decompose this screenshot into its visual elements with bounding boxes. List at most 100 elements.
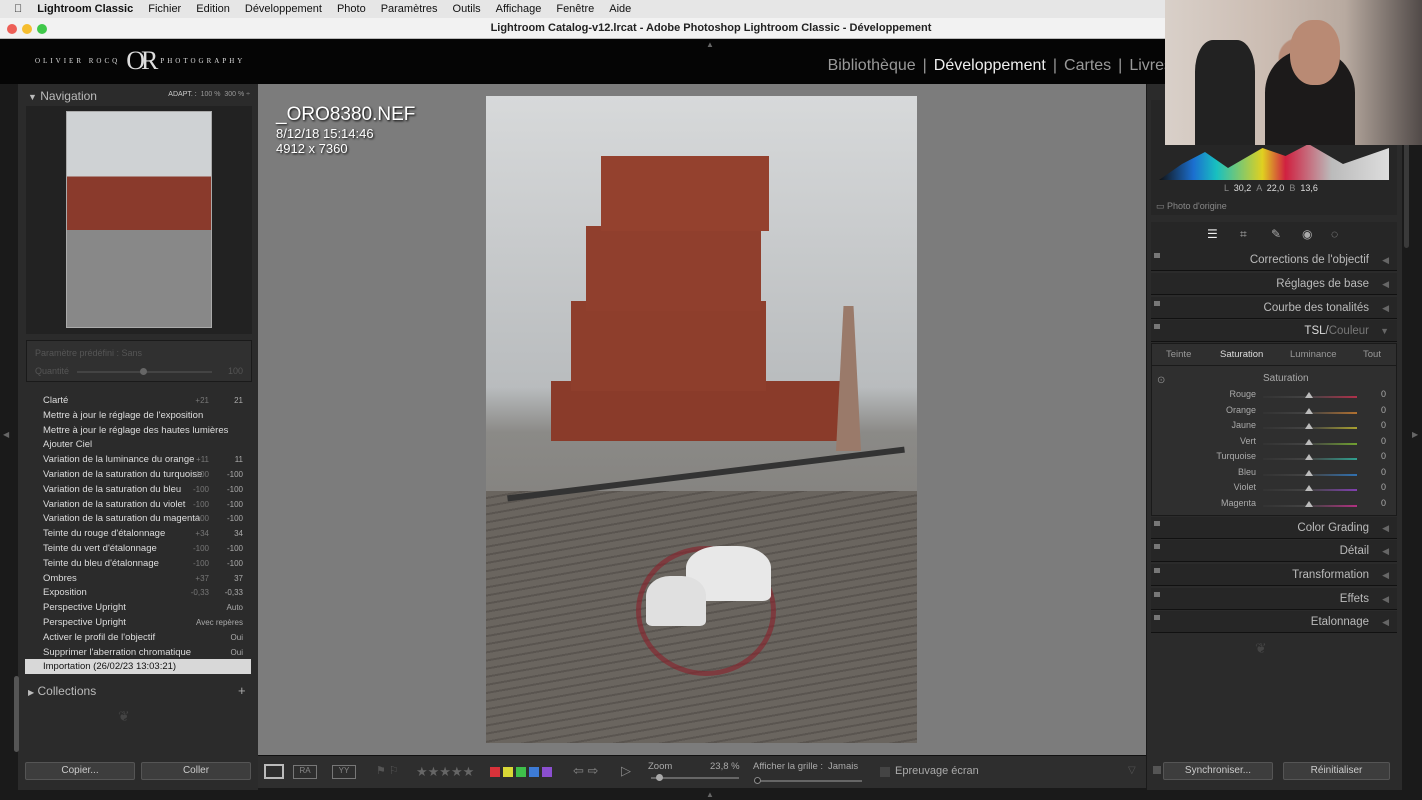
grid-select[interactable]: Jamais — [828, 761, 858, 772]
hsl-slider-bleu[interactable]: Bleu 0 — [1190, 467, 1390, 482]
amount-slider[interactable] — [77, 368, 212, 375]
prev-next-arrows-icon[interactable]: ⇦ ⇨ — [573, 763, 598, 779]
slider-thumb[interactable] — [1305, 407, 1313, 414]
close-window-button[interactable] — [7, 24, 17, 34]
hsl-slider-jaune[interactable]: Jaune 0 — [1190, 420, 1390, 435]
section-detail[interactable]: Détail ◀ — [1151, 540, 1397, 562]
history-item[interactable]: Perspective Upright Auto — [25, 600, 251, 615]
paste-button[interactable]: Coller — [141, 762, 251, 780]
history-item[interactable]: Variation de la luminance du orange +11 11 — [25, 452, 251, 467]
section-tone-curve[interactable]: Courbe des tonalités ◀ — [1151, 297, 1397, 319]
grid-opacity-slider[interactable] — [754, 777, 862, 784]
softproof-checkbox[interactable] — [880, 767, 890, 777]
before-after-button[interactable]: RA — [293, 765, 317, 779]
slider-thumb[interactable] — [1305, 500, 1313, 507]
zoom-window-button[interactable] — [37, 24, 47, 34]
history-item[interactable]: Perspective Upright Avec repères — [25, 615, 251, 630]
slider-thumb[interactable] — [1305, 469, 1313, 476]
top-panel-toggle[interactable]: ▲ — [706, 40, 714, 49]
minimize-window-button[interactable] — [22, 24, 32, 34]
history-item[interactable]: Variation de la saturation du violet -100… — [25, 497, 251, 512]
section-lens-corrections[interactable]: Corrections de l'objectif ◀ — [1151, 249, 1397, 271]
masking-icon[interactable]: ◌ — [1331, 227, 1338, 241]
history-item[interactable]: Variation de la saturation du turquoise -… — [25, 467, 251, 482]
targeted-adjustment-icon[interactable]: ⊙ — [1157, 375, 1165, 386]
reset-button[interactable]: Réinitialiser — [1283, 762, 1390, 780]
hsl-slider-rouge[interactable]: Rouge 0 — [1190, 389, 1390, 404]
history-item[interactable]: Importation (26/02/23 13:03:21) — [25, 659, 251, 675]
flag-icon[interactable]: ⚑ ⚐ — [376, 764, 399, 777]
histogram[interactable] — [1159, 144, 1389, 180]
navigator-header[interactable]: ▼ Navigation ADAPT. : 100 % 300 % ÷ — [28, 89, 254, 103]
color-label-3[interactable] — [529, 767, 539, 777]
right-panel-toggle[interactable]: ▶ — [1412, 430, 1418, 439]
history-item[interactable]: Ombres +37 37 — [25, 571, 251, 586]
menu-app[interactable]: Lightroom Classic — [37, 3, 133, 15]
crop-icon[interactable]: ⌗ — [1240, 227, 1247, 242]
history-item[interactable]: Supprimer l'aberration chromatique Oui — [25, 645, 251, 660]
red-eye-icon[interactable]: ◉ — [1302, 227, 1312, 241]
color-label-0[interactable] — [490, 767, 500, 777]
zoom-100[interactable]: 100 % — [201, 91, 221, 98]
section-hsl[interactable]: TSL/Couleur ▼ — [1151, 320, 1397, 342]
menu-aide[interactable]: Aide — [609, 3, 631, 15]
history-item[interactable]: Clarté +21 21 — [25, 393, 251, 408]
bottom-panel-toggle[interactable]: ▲ — [706, 790, 714, 799]
history-item[interactable]: Ajouter Ciel — [25, 437, 251, 452]
history-item[interactable]: Variation de la saturation du bleu -100 -1… — [25, 482, 251, 497]
tab-teinte[interactable]: Teinte — [1166, 349, 1191, 360]
hsl-slider-violet[interactable]: Violet 0 — [1190, 482, 1390, 497]
loupe-view-button[interactable] — [264, 764, 284, 779]
menu-affichage[interactable]: Affichage — [496, 3, 542, 15]
apple-icon[interactable]:  — [14, 3, 22, 15]
zoom-slider[interactable] — [651, 774, 739, 781]
history-item[interactable]: Mettre à jour le réglage de l'exposition — [25, 408, 251, 423]
tab-luminance[interactable]: Luminance — [1290, 349, 1336, 360]
hsl-slider-turquoise[interactable]: Turquoise 0 — [1190, 451, 1390, 466]
history-item[interactable]: Exposition -0,33 -0,33 — [25, 585, 251, 600]
original-photo-toggle[interactable]: ▭ Photo d'origine — [1156, 201, 1227, 212]
menu-parametres[interactable]: Paramètres — [381, 3, 438, 15]
color-label-4[interactable] — [542, 767, 552, 777]
menu-fenetre[interactable]: Fenêtre — [556, 3, 594, 15]
menu-outils[interactable]: Outils — [453, 3, 481, 15]
left-panel-toggle[interactable]: ◀ — [3, 430, 9, 439]
slider-thumb[interactable] — [1305, 485, 1313, 491]
hsl-slider-vert[interactable]: Vert 0 — [1190, 436, 1390, 451]
edit-sliders-icon[interactable]: ☰ — [1207, 227, 1218, 241]
menu-fichier[interactable]: Fichier — [148, 3, 181, 15]
collections-header[interactable]: ▶ Collections — [28, 684, 96, 698]
section-basic[interactable]: Réglages de base ◀ — [1151, 273, 1397, 295]
photo[interactable] — [486, 96, 917, 743]
navigator-thumbnail[interactable] — [66, 111, 212, 328]
slider-thumb[interactable] — [1305, 438, 1313, 445]
color-label-2[interactable] — [516, 767, 526, 777]
history-item[interactable]: Teinte du vert d'étalonnage -100 -100 — [25, 541, 251, 556]
zoom-fit[interactable]: ADAPT. : — [168, 91, 196, 98]
history-item[interactable]: Variation de la saturation du magenta -10… — [25, 511, 251, 526]
healing-icon[interactable]: ✎ — [1271, 227, 1281, 241]
slider-thumb[interactable] — [1305, 392, 1313, 398]
toolbar-menu-chevron[interactable]: ▽ — [1128, 765, 1136, 776]
section-calibration[interactable]: Etalonnage ◀ — [1151, 611, 1397, 633]
hsl-slider-magenta[interactable]: Magenta 0 — [1190, 498, 1390, 513]
slider-thumb[interactable] — [1305, 454, 1313, 460]
before-after-yy-button[interactable]: YY — [332, 765, 356, 779]
section-transformation[interactable]: Transformation ◀ — [1151, 564, 1397, 586]
auto-sync-switch[interactable] — [1153, 766, 1161, 774]
zoom-300[interactable]: 300 % — [224, 91, 244, 98]
history-item[interactable]: Teinte du bleu d'étalonnage -100 -100 — [25, 556, 251, 571]
slideshow-play-icon[interactable]: ▷ — [621, 763, 631, 779]
synchronize-button[interactable]: Synchroniser... — [1163, 762, 1273, 780]
section-color-grading[interactable]: Color Grading ◀ — [1151, 517, 1397, 539]
history-item[interactable]: Mettre à jour le réglage des hautes lumi… — [25, 423, 251, 438]
color-label-1[interactable] — [503, 767, 513, 777]
history-item[interactable]: Activer le profil de l'objectif Oui — [25, 630, 251, 645]
module-developpement[interactable]: Développement — [934, 57, 1046, 75]
section-effects[interactable]: Effets ◀ — [1151, 588, 1397, 610]
menu-edition[interactable]: Edition — [196, 3, 230, 15]
copy-button[interactable]: Copier... — [25, 762, 135, 780]
add-collection-button[interactable]: + — [238, 683, 246, 698]
history-item[interactable]: Teinte du rouge d'étalonnage +34 34 — [25, 526, 251, 541]
rating-stars[interactable]: ★★★★★ — [416, 764, 474, 780]
